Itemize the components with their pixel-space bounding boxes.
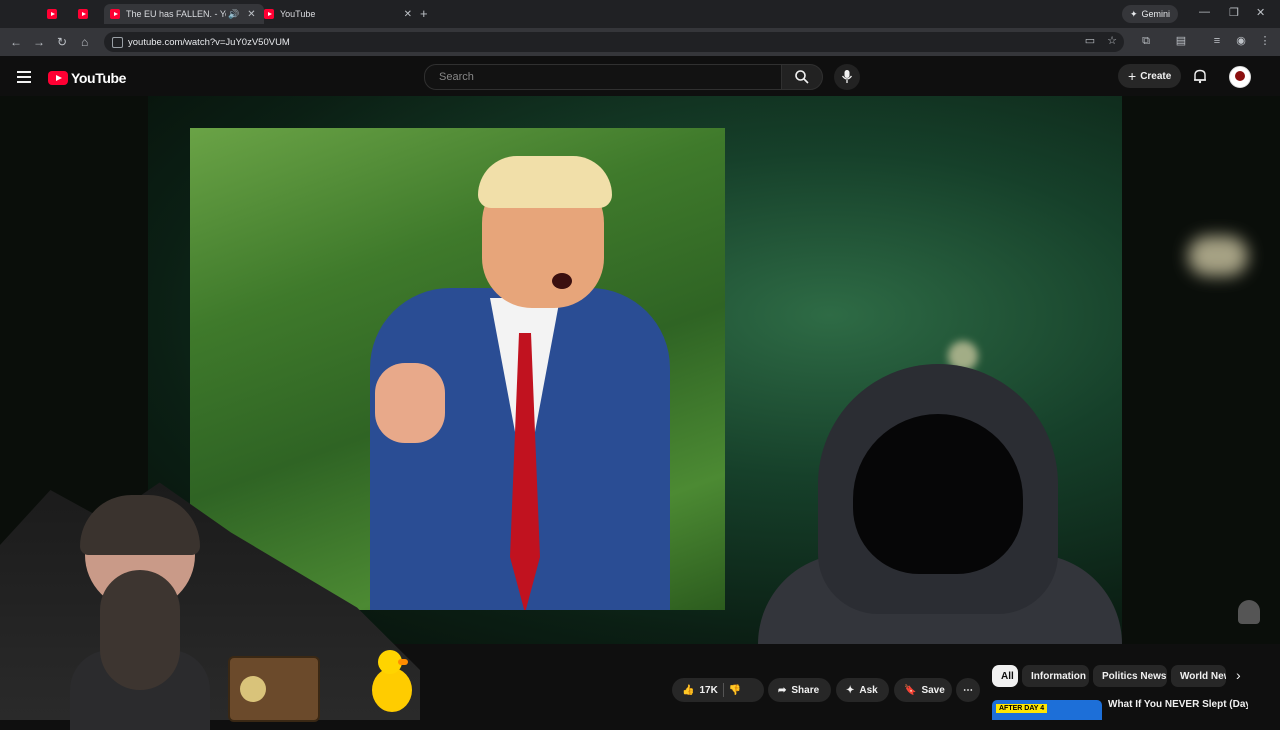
share-button[interactable]: ➦ Share bbox=[768, 678, 831, 702]
beard bbox=[100, 570, 180, 690]
dislike-button[interactable]: 👎 bbox=[729, 685, 741, 696]
address-bar[interactable]: youtube.com/watch?v=JuY0zV50VUM bbox=[104, 32, 1124, 52]
reload-icon[interactable]: ↻ bbox=[57, 35, 67, 49]
tab-youtube-home[interactable]: YouTube ✕ bbox=[264, 4, 412, 24]
cast-icon[interactable]: ▭ bbox=[1083, 34, 1097, 48]
pointing-hand bbox=[375, 363, 445, 443]
share-label: Share bbox=[791, 684, 820, 696]
thumbs-up-icon: 👍 bbox=[682, 684, 695, 696]
tab-active-video[interactable]: The EU has FALLEN. - YouTu 🔊 ✕ bbox=[104, 4, 264, 24]
tab-youtube-1[interactable] bbox=[47, 4, 63, 24]
more-horizontal-icon: ⋯ bbox=[963, 684, 973, 696]
close-tab-icon[interactable]: ✕ bbox=[404, 9, 412, 20]
search-box[interactable] bbox=[424, 64, 782, 90]
ask-label: Ask bbox=[859, 684, 878, 696]
account-avatar[interactable] bbox=[1229, 66, 1251, 88]
more-actions-button[interactable]: ⋯ bbox=[956, 678, 980, 702]
duck-body bbox=[372, 668, 412, 712]
close-window-icon[interactable]: ✕ bbox=[1256, 6, 1265, 19]
youtube-logo-text: YouTube bbox=[71, 70, 127, 86]
restore-icon[interactable]: ❐ bbox=[1229, 6, 1239, 19]
guide-menu-icon[interactable] bbox=[17, 71, 31, 86]
close-tab-icon[interactable]: ✕ bbox=[247, 9, 255, 20]
sparkle-icon: ✦ bbox=[846, 684, 855, 696]
create-button[interactable]: + Create bbox=[1118, 64, 1182, 88]
thumbnail-tag: AFTER DAY 4 bbox=[996, 704, 1048, 713]
divider bbox=[722, 683, 724, 697]
chip-politics-news[interactable]: Politics News bbox=[1093, 665, 1167, 687]
hair bbox=[80, 495, 200, 555]
youtube-favicon-icon bbox=[47, 9, 57, 19]
reading-mode-icon[interactable]: ▤ bbox=[1174, 34, 1188, 48]
profile-icon[interactable]: ◉ bbox=[1234, 34, 1248, 48]
gemini-sparkle-icon: ✦ bbox=[1130, 8, 1138, 19]
bookmark-star-icon[interactable]: ☆ bbox=[1105, 34, 1119, 48]
tab-title: YouTube bbox=[279, 9, 316, 19]
chip-world-news[interactable]: World New bbox=[1171, 665, 1226, 687]
ask-button[interactable]: ✦ Ask bbox=[836, 678, 889, 702]
youtube-favicon-icon bbox=[78, 9, 88, 19]
notifications-bell-icon[interactable] bbox=[1192, 68, 1208, 84]
tab-title: The EU has FALLEN. - YouTu bbox=[126, 9, 226, 19]
duck-beak bbox=[398, 659, 408, 665]
youtube-favicon-icon bbox=[264, 9, 274, 19]
search-button[interactable] bbox=[781, 64, 823, 90]
thumbs-down-icon: 👎 bbox=[728, 684, 742, 696]
gemini-label: Gemini bbox=[1141, 9, 1171, 19]
extensions-icon[interactable]: ⧉ bbox=[1139, 34, 1153, 48]
recommended-video-title[interactable]: What If You NEVER Slept (Day bbox=[1108, 699, 1248, 710]
minimize-icon[interactable]: — bbox=[1199, 6, 1210, 18]
inset-photo-man-in-suit bbox=[190, 128, 725, 610]
forward-arrow-icon[interactable]: → bbox=[33, 35, 45, 49]
mouth bbox=[552, 273, 572, 289]
youtube-logo[interactable]: YouTube bbox=[48, 70, 126, 86]
youtube-play-icon bbox=[48, 71, 68, 85]
vintage-radio-prop bbox=[228, 656, 320, 722]
home-icon[interactable]: ⌂ bbox=[81, 35, 88, 49]
chevron-right-icon[interactable]: › bbox=[1236, 667, 1241, 683]
voice-search-button[interactable] bbox=[834, 64, 860, 90]
search-input[interactable] bbox=[437, 70, 761, 84]
channel-watermark-icon[interactable] bbox=[1238, 600, 1260, 624]
like-dislike-group: 👍 17K 👎 bbox=[672, 678, 764, 702]
hooded-figure bbox=[758, 364, 1122, 644]
tab-youtube-2[interactable] bbox=[78, 4, 94, 24]
menu-kebab-icon[interactable]: ⋮ bbox=[1258, 34, 1272, 48]
recommended-video-thumbnail[interactable]: AFTER DAY 4 bbox=[992, 700, 1102, 720]
hair bbox=[478, 156, 612, 208]
url-text: youtube.com/watch?v=JuY0zV50VUM bbox=[128, 36, 290, 48]
like-button[interactable]: 👍 17K bbox=[682, 685, 718, 696]
chip-information[interactable]: Information bbox=[1022, 665, 1089, 687]
save-button[interactable]: 🔖 Save bbox=[894, 678, 952, 702]
back-arrow-icon[interactable]: ← bbox=[10, 35, 22, 49]
streamer-webcam-person bbox=[70, 495, 210, 730]
youtube-favicon-icon bbox=[110, 9, 120, 19]
speaker-icon[interactable]: 🔊 bbox=[228, 9, 239, 20]
radio-dial bbox=[240, 676, 266, 702]
plus-icon: + bbox=[1128, 68, 1137, 84]
chip-all[interactable]: All bbox=[992, 665, 1018, 687]
new-tab-button[interactable]: + bbox=[420, 6, 428, 21]
bookmark-icon: 🔖 bbox=[904, 684, 917, 696]
bokeh-light bbox=[1188, 236, 1248, 276]
save-label: Save bbox=[921, 684, 945, 696]
rubber-duck-prop bbox=[372, 650, 412, 712]
share-arrow-icon: ➦ bbox=[778, 684, 787, 696]
gemini-button[interactable]: ✦ Gemini bbox=[1122, 5, 1179, 23]
create-label: Create bbox=[1140, 70, 1172, 82]
microphone-icon bbox=[841, 70, 853, 83]
search-icon bbox=[795, 70, 809, 84]
hood-shadow bbox=[853, 414, 1023, 574]
site-info-icon[interactable] bbox=[112, 37, 123, 48]
like-count: 17K bbox=[699, 684, 718, 696]
media-controls-icon[interactable]: ≡ bbox=[1210, 34, 1224, 48]
